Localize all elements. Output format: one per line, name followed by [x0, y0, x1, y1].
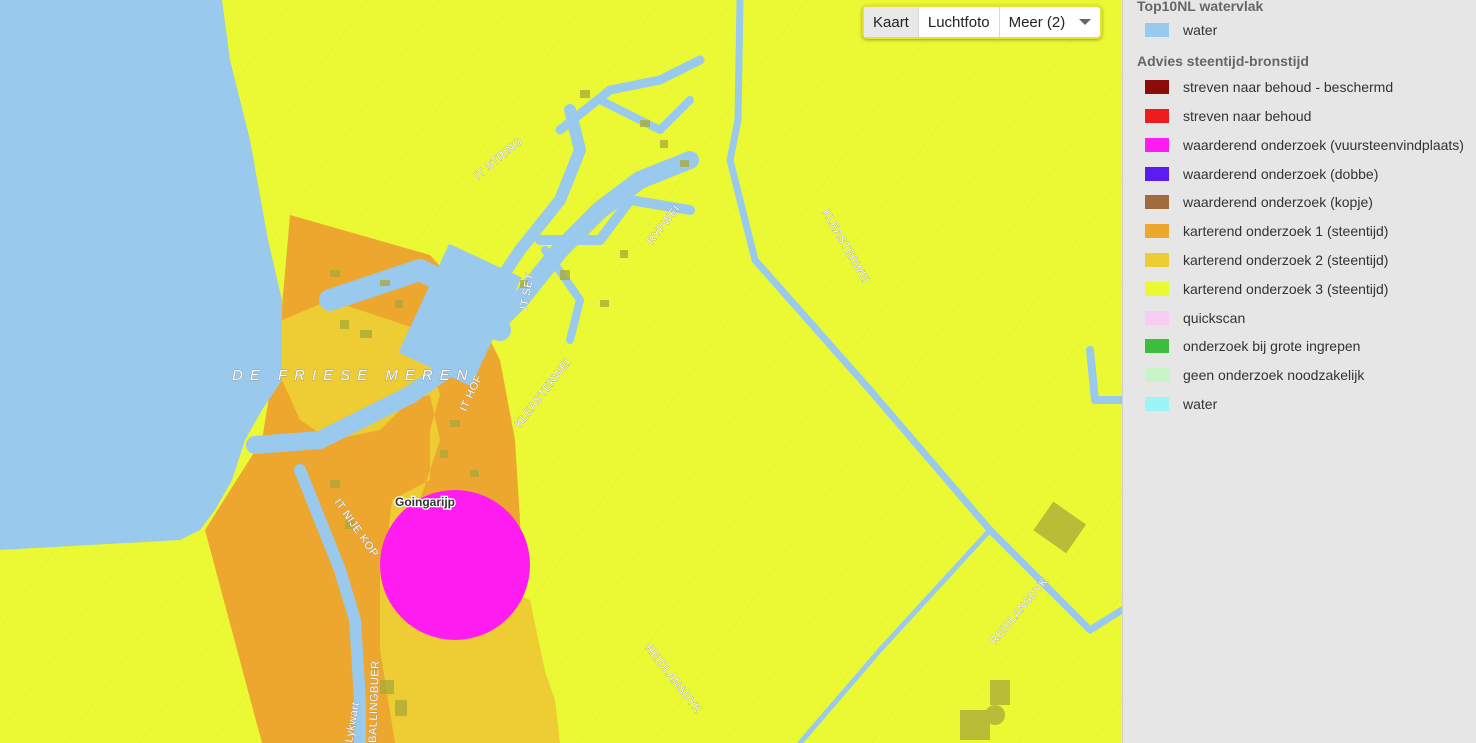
legend-label: karterend onderzoek 2 (steentijd): [1183, 251, 1389, 268]
legend-item: water: [1145, 16, 1476, 45]
legend-group-advies: streven naar behoud - beschermd streven n…: [1123, 73, 1476, 419]
legend-item: waarderend onderzoek (vuursteenvindplaat…: [1145, 130, 1476, 159]
legend-label: water: [1183, 22, 1218, 39]
legend-label: karterend onderzoek 1 (steentijd): [1183, 223, 1389, 240]
map-type-more-dropdown[interactable]: Meer (2): [1000, 7, 1101, 37]
legend-swatch: [1145, 396, 1169, 411]
legend-label: waarderend onderzoek (vuursteenvindplaat…: [1183, 136, 1464, 153]
map-type-control: Kaart Luchtfoto Meer (2): [862, 5, 1103, 39]
legend-swatch: [1145, 310, 1169, 325]
legend-swatch: [1145, 281, 1169, 296]
map-layer: DE FRIESE MEREN Goingarijp IT STRING RYP…: [0, 0, 1122, 743]
legend-label: waarderend onderzoek (kopje): [1183, 194, 1373, 211]
legend-item: karterend onderzoek 1 (steentijd): [1145, 217, 1476, 246]
legend-item: quickscan: [1145, 303, 1476, 332]
legend-swatch: [1145, 23, 1169, 38]
legend-swatch: [1145, 252, 1169, 267]
legend-swatch: [1145, 137, 1169, 152]
legend-item: streven naar behoud: [1145, 102, 1476, 131]
legend-label: streven naar behoud - beschermd: [1183, 79, 1394, 96]
legend-label: onderzoek bij grote ingrepen: [1183, 338, 1361, 355]
label-lake: DE FRIESE MEREN: [232, 367, 475, 384]
legend-label: geen onderzoek noodzakelijk: [1183, 367, 1365, 384]
legend-item: karterend onderzoek 2 (steentijd): [1145, 246, 1476, 275]
legend-label: karterend onderzoek 3 (steentijd): [1183, 280, 1389, 297]
legend-swatch: [1145, 166, 1169, 181]
legend-swatch: [1145, 80, 1169, 95]
map-canvas[interactable]: DE FRIESE MEREN Goingarijp IT STRING RYP…: [0, 0, 1122, 743]
legend-label: waarderend onderzoek (dobbe): [1183, 165, 1379, 182]
legend-item: karterend onderzoek 3 (steentijd): [1145, 274, 1476, 303]
vuursteenvindplaats-zone[interactable]: [380, 490, 530, 640]
chevron-down-icon: [1079, 19, 1092, 25]
legend-label: water: [1183, 395, 1218, 412]
legend-panel: Top10NL watervlak water Advies steentijd…: [1122, 0, 1476, 743]
map-type-kaart-button[interactable]: Kaart: [864, 7, 919, 37]
map-type-more-label: Meer (2): [1008, 13, 1066, 31]
legend-item: onderzoek bij grote ingrepen: [1145, 332, 1476, 361]
legend-group-title-water: Top10NL watervlak: [1137, 0, 1264, 14]
legend-swatch: [1145, 108, 1169, 123]
legend-swatch: [1145, 224, 1169, 239]
legend-item: waarderend onderzoek (kopje): [1145, 188, 1476, 217]
legend-item: water: [1145, 390, 1476, 419]
legend-swatch: [1145, 339, 1169, 354]
legend-label: quickscan: [1183, 309, 1246, 326]
map-type-luchtfoto-button[interactable]: Luchtfoto: [919, 7, 1000, 37]
legend-group-title-advies: Advies steentijd-bronstijd: [1137, 52, 1309, 69]
legend-group-water: water: [1123, 16, 1476, 45]
legend-item: geen onderzoek noodzakelijk: [1145, 361, 1476, 390]
label-place: Goingarijp: [395, 495, 455, 509]
legend-swatch: [1145, 368, 1169, 383]
legend-swatch: [1145, 195, 1169, 210]
legend-item: waarderend onderzoek (dobbe): [1145, 159, 1476, 188]
legend-label: streven naar behoud: [1183, 107, 1312, 124]
legend-item: streven naar behoud - beschermd: [1145, 73, 1476, 102]
